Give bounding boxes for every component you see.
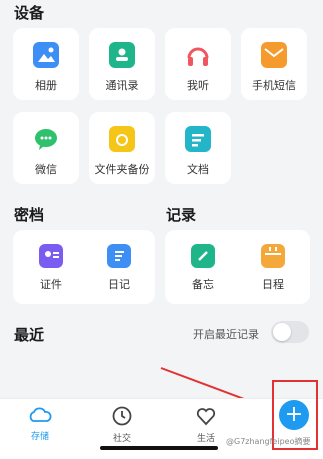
vault-item-label: 日记: [108, 278, 130, 291]
document-icon: [185, 126, 211, 152]
notes-card: 备忘 日程: [165, 230, 310, 304]
vault-card: 证件 日记: [13, 230, 155, 304]
recent-toggle-switch[interactable]: [271, 321, 309, 343]
tile-label: 手机短信: [252, 79, 296, 92]
id-card-icon: [39, 244, 63, 268]
notes-item-calendar[interactable]: 日程: [238, 230, 308, 292]
tile-sms[interactable]: 手机短信: [241, 28, 307, 100]
tile-label: 相册: [35, 79, 57, 92]
section-title-notes: 记录: [166, 206, 197, 224]
recent-toggle-label: 开启最近记录: [193, 328, 259, 341]
notes-item-memo[interactable]: 备忘: [168, 230, 238, 292]
tile-folder-backup[interactable]: 文件夹备份: [89, 112, 155, 184]
heart-icon: [196, 408, 216, 426]
wechat-icon: [33, 126, 59, 152]
memo-icon: [191, 244, 215, 268]
vault-item-label: 证件: [40, 278, 62, 291]
tile-label: 文档: [187, 163, 209, 176]
tile-label: 我听: [187, 79, 209, 92]
contacts-icon: [109, 42, 135, 68]
photo-album-icon: [33, 42, 59, 68]
tile-wechat[interactable]: 微信: [13, 112, 79, 184]
add-button[interactable]: +: [279, 400, 309, 430]
notes-item-label: 备忘: [192, 278, 214, 291]
tile-documents[interactable]: 文档: [165, 112, 231, 184]
cloud-icon: [29, 407, 52, 422]
section-title-devices: 设备: [14, 4, 45, 22]
calendar-icon: [261, 244, 285, 268]
watermark: @G7zhangfeipeo摘要: [226, 437, 311, 446]
section-title-recent: 最近: [14, 326, 45, 344]
vault-item-id[interactable]: 证件: [16, 230, 86, 292]
diary-icon: [107, 244, 131, 268]
tile-label: 文件夹备份: [94, 163, 150, 176]
tab-social[interactable]: 社交: [92, 405, 152, 444]
message-mail-icon: [261, 42, 287, 68]
clock-icon: [112, 406, 132, 426]
tile-label: 微信: [35, 163, 57, 176]
tab-label: 存储: [30, 432, 49, 442]
tile-listen[interactable]: 我听: [165, 28, 231, 100]
vault-item-diary[interactable]: 日记: [84, 230, 154, 292]
tab-label: 生活: [196, 434, 215, 444]
toggle-knob: [273, 323, 291, 341]
section-title-vault: 密档: [14, 206, 45, 224]
tab-label: 社交: [112, 434, 131, 444]
tile-label: 通讯录: [105, 79, 139, 92]
tile-contacts[interactable]: 通讯录: [89, 28, 155, 100]
home-indicator: [100, 446, 218, 450]
notes-item-label: 日程: [262, 278, 284, 291]
folder-backup-icon: [109, 126, 135, 152]
tab-storage[interactable]: 存储: [10, 405, 70, 442]
headphones-icon: [185, 42, 211, 68]
tile-album[interactable]: 相册: [13, 28, 79, 100]
